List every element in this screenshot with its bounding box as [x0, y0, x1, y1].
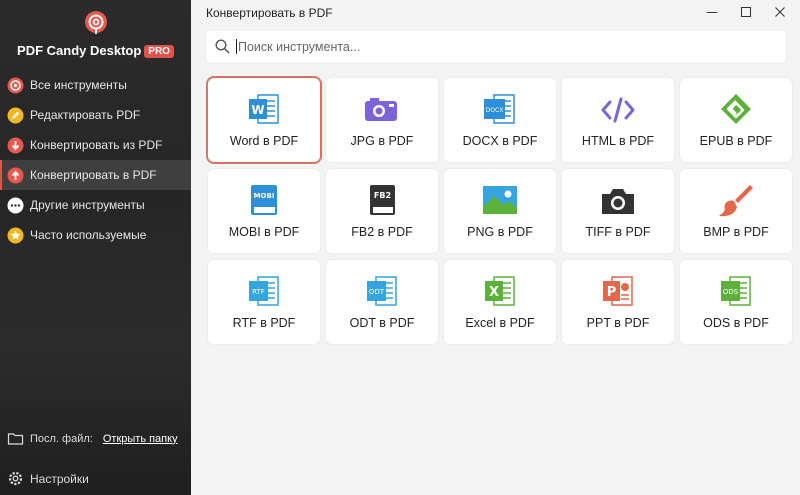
- convert-from-pdf-icon: [7, 137, 24, 153]
- sidebar-item-label: Все инструменты: [30, 78, 127, 92]
- ppt-tag: P: [607, 285, 617, 300]
- tool-label: ODT в PDF: [349, 316, 415, 330]
- title-bar: Конвертировать в PDF: [191, 0, 800, 28]
- app-brand: PDF Candy Desktop PRO: [0, 43, 191, 58]
- tool-label: BMP в PDF: [703, 225, 769, 239]
- fb2-tag: FB2: [374, 191, 391, 200]
- fb2-icon: FB2: [370, 185, 395, 215]
- excel-tag: X: [489, 285, 499, 300]
- sidebar-item-other-tools[interactable]: Другие инструменты: [0, 190, 191, 220]
- close-icon: [775, 7, 785, 17]
- odt-tag: ODT: [369, 288, 385, 296]
- png-icon: [483, 186, 517, 214]
- word-icon: W: [249, 94, 279, 124]
- jpg-icon: [365, 98, 397, 121]
- tool-label: TIFF в PDF: [585, 225, 651, 239]
- maximize-button[interactable]: [729, 0, 763, 24]
- tool-label: Word в PDF: [229, 134, 299, 148]
- tool-ods-to-pdf[interactable]: ODS ODS в PDF: [680, 260, 792, 344]
- pdf-candy-logo-icon: [85, 11, 107, 34]
- sidebar-item-all-tools[interactable]: Все инструменты: [0, 70, 191, 100]
- rtf-tag: RTF: [252, 288, 265, 296]
- tool-bmp-to-pdf[interactable]: BMP в PDF: [680, 169, 792, 253]
- mobi-tag: MOBI: [254, 192, 275, 200]
- close-button[interactable]: [763, 0, 797, 24]
- text-caret: [236, 39, 237, 54]
- sidebar-item-label: Редактировать PDF: [30, 108, 141, 122]
- mobi-icon: MOBI: [251, 185, 277, 215]
- ppt-icon: P: [603, 276, 633, 306]
- open-folder-link[interactable]: Открыть папку: [103, 433, 178, 445]
- sidebar-item-edit-pdf[interactable]: Редактировать PDF: [0, 100, 191, 130]
- docx-tag: DOCX: [486, 107, 504, 114]
- epub-icon: [721, 94, 751, 124]
- edit-pdf-icon: [7, 107, 24, 123]
- tool-label: FB2 в PDF: [351, 225, 413, 239]
- sidebar-item-convert-to-pdf[interactable]: Конвертировать в PDF: [0, 160, 191, 190]
- folder-icon: [7, 433, 24, 445]
- tool-ppt-to-pdf[interactable]: P PPT в PDF: [562, 260, 674, 344]
- page-title: Конвертировать в PDF: [206, 6, 333, 20]
- tool-grid: W Word в PDF JPG в PDF DOCX DOCX в PDF H…: [208, 78, 792, 344]
- maximize-icon: [741, 7, 751, 17]
- tool-html-to-pdf[interactable]: HTML в PDF: [562, 78, 674, 162]
- sidebar-item-frequently-used[interactable]: Часто используемые: [0, 220, 191, 250]
- star-icon: [7, 227, 24, 243]
- tool-label: HTML в PDF: [581, 134, 655, 148]
- tool-label: DOCX в PDF: [462, 134, 538, 148]
- tool-label: EPUB в PDF: [699, 134, 773, 148]
- ods-icon: ODS: [721, 276, 751, 306]
- search-bar[interactable]: [207, 31, 785, 62]
- tool-label: RTF в PDF: [232, 316, 296, 330]
- tool-label: Excel в PDF: [465, 316, 535, 330]
- sidebar-item-convert-from-pdf[interactable]: Конвертировать из PDF: [0, 130, 191, 160]
- ods-tag: ODS: [723, 288, 739, 296]
- brand-name: PDF Candy Desktop: [17, 43, 142, 58]
- pro-badge: PRO: [144, 45, 174, 58]
- sidebar-item-label: Часто используемые: [30, 228, 147, 242]
- last-file-label: Посл. файл:: [30, 432, 93, 445]
- sidebar-item-label: Конвертировать из PDF: [30, 138, 163, 152]
- tool-rtf-to-pdf[interactable]: RTF RTF в PDF: [208, 260, 320, 344]
- rtf-icon: RTF: [249, 276, 279, 306]
- more-tools-icon: [7, 197, 24, 213]
- brush-icon: [719, 185, 753, 217]
- camera-icon: [602, 189, 634, 214]
- odt-icon: ODT: [367, 276, 397, 306]
- tool-jpg-to-pdf[interactable]: JPG в PDF: [326, 78, 438, 162]
- html-icon: [601, 97, 635, 123]
- search-icon: [215, 39, 230, 54]
- gear-icon: [8, 471, 23, 486]
- tool-label: PPT в PDF: [586, 316, 650, 330]
- tool-label: PNG в PDF: [467, 225, 533, 239]
- excel-icon: X: [485, 276, 515, 306]
- settings-label: Настройки: [30, 471, 89, 486]
- tool-label: ODS в PDF: [703, 316, 769, 330]
- tool-png-to-pdf[interactable]: PNG в PDF: [444, 169, 556, 253]
- tool-excel-to-pdf[interactable]: X Excel в PDF: [444, 260, 556, 344]
- sidebar: PDF Candy Desktop PRO Все инструменты Ред…: [0, 0, 191, 495]
- tool-docx-to-pdf[interactable]: DOCX DOCX в PDF: [444, 78, 556, 162]
- minimize-button[interactable]: [695, 0, 729, 24]
- svg-text:W: W: [251, 103, 264, 117]
- tool-word-to-pdf[interactable]: W Word в PDF: [208, 78, 320, 162]
- sidebar-item-label: Другие инструменты: [30, 198, 145, 212]
- docx-icon: DOCX: [484, 94, 515, 124]
- tool-label: MOBI в PDF: [228, 225, 300, 239]
- tool-odt-to-pdf[interactable]: ODT ODT в PDF: [326, 260, 438, 344]
- last-file-row: Посл. файл: Открыть папку: [7, 430, 187, 447]
- tool-fb2-to-pdf[interactable]: FB2 FB2 в PDF: [326, 169, 438, 253]
- convert-to-pdf-icon: [7, 167, 24, 183]
- sidebar-item-label: Конвертировать в PDF: [30, 168, 157, 182]
- tool-mobi-to-pdf[interactable]: MOBI MOBI в PDF: [208, 169, 320, 253]
- tool-epub-to-pdf[interactable]: EPUB в PDF: [680, 78, 792, 162]
- minimize-icon: [707, 12, 717, 13]
- search-input[interactable]: [238, 39, 758, 54]
- settings-button[interactable]: Настройки: [7, 470, 89, 487]
- tool-tiff-to-pdf[interactable]: TIFF в PDF: [562, 169, 674, 253]
- tool-label: JPG в PDF: [350, 134, 414, 148]
- all-tools-icon: [7, 77, 24, 93]
- sidebar-nav: Все инструменты Редактировать PDF Конвер…: [0, 70, 191, 250]
